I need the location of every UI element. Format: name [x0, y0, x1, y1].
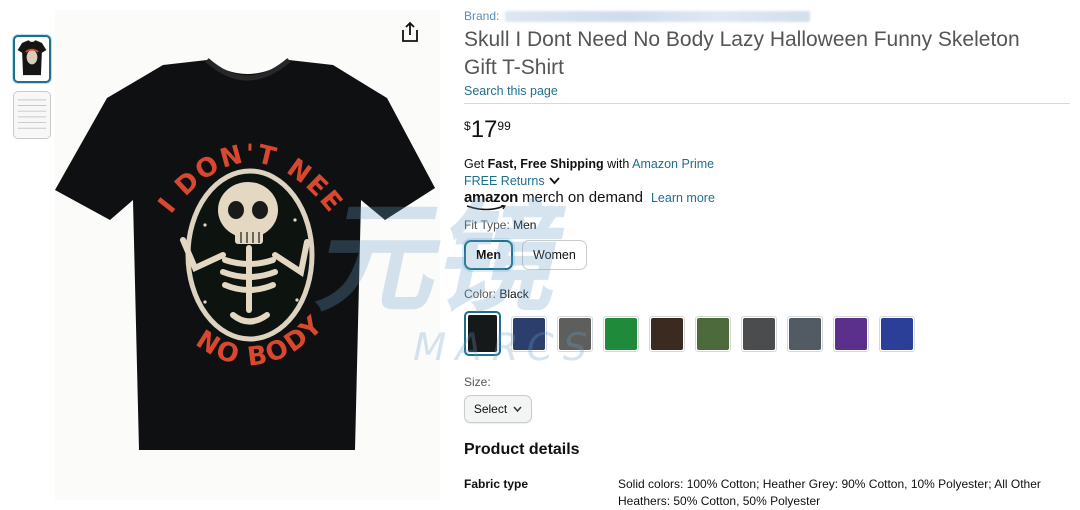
brand-line: Brand:: [464, 8, 1070, 24]
shipping-prefix: Get: [464, 157, 485, 171]
thumbnail-list: [13, 35, 51, 147]
color-selected: Black: [499, 287, 529, 301]
fit-type-selected: Men: [513, 218, 537, 232]
color-swatch[interactable]: [557, 315, 593, 352]
color-swatch[interactable]: [603, 315, 639, 352]
color-swatch[interactable]: [649, 315, 685, 352]
color-swatch[interactable]: [787, 315, 823, 352]
color-caption: Color:: [464, 287, 497, 301]
color-swatch-fill: [835, 317, 867, 350]
product-details-key: Fabric type: [464, 477, 529, 491]
product-details-panel: Brand: Skull I Dont Need No Body Lazy Ha…: [464, 8, 1070, 510]
main-product-image[interactable]: I DON'T NEED NO BODY: [43, 0, 440, 500]
price-whole: 17: [470, 116, 498, 143]
product-details-value: Solid colors: 100% Cotton; Heather Grey:…: [618, 477, 1041, 508]
color-swatches: [464, 311, 1070, 356]
color-swatch-fill: [789, 317, 821, 350]
color-swatch-fill: [743, 317, 775, 350]
amazon-prime-link[interactable]: Amazon Prime: [632, 157, 714, 171]
amazon-smile-icon: [466, 205, 506, 211]
fit-type-label: Fit Type: Men: [464, 218, 1070, 232]
price: $ 17 99: [464, 116, 1070, 146]
learn-more-link[interactable]: Learn more: [651, 191, 715, 205]
price-symbol: $: [464, 119, 471, 133]
color-swatch[interactable]: [695, 315, 731, 352]
product-details-heading: Product details: [464, 441, 580, 458]
color-swatch-fill: [881, 317, 913, 350]
thumbnail-size-chart[interactable]: [13, 91, 51, 139]
color-swatch[interactable]: [741, 315, 777, 352]
size-label: Size:: [464, 375, 491, 389]
shipping-fast-free: Fast, Free Shipping: [487, 157, 604, 171]
color-swatch[interactable]: [879, 315, 915, 352]
thumbnail-shirt[interactable]: [13, 35, 51, 83]
color-swatch-fill: [513, 317, 545, 350]
shipping-with: with: [607, 157, 630, 171]
color-swatch[interactable]: [464, 311, 501, 356]
free-returns-link[interactable]: FREE Returns: [464, 174, 1070, 188]
chevron-down-icon: [548, 177, 560, 185]
color-swatch[interactable]: [833, 315, 869, 352]
fit-type-caption: Fit Type:: [464, 218, 510, 232]
product-title: Skull I Dont Need No Body Lazy Halloween…: [464, 28, 1020, 79]
share-icon[interactable]: [399, 20, 421, 44]
fit-option-women[interactable]: Women: [522, 240, 587, 270]
color-label: Color: Black: [464, 287, 1070, 301]
color-swatch-fill: [468, 315, 497, 352]
fit-type-options: Men Women: [464, 240, 1070, 270]
free-returns-label: FREE Returns: [464, 174, 545, 188]
merch-on-demand-line: amazon merch on demand Learn more: [464, 189, 1070, 211]
brand-link-blurred[interactable]: [505, 10, 811, 22]
price-fraction: 99: [497, 119, 511, 133]
color-swatch-fill: [697, 317, 729, 350]
product-details-row: Fabric type Solid colors: 100% Cotton; H…: [464, 476, 1070, 510]
amazon-logo-text: amazon: [464, 189, 519, 206]
search-this-page-link[interactable]: Search this page: [464, 84, 558, 98]
divider: [464, 103, 1070, 104]
size-select-dropdown[interactable]: Select: [464, 395, 532, 423]
fit-option-men[interactable]: Men: [464, 240, 513, 270]
brand-label: Brand:: [464, 9, 500, 23]
color-swatch-fill: [651, 317, 683, 350]
color-swatch-fill: [559, 317, 591, 350]
amazon-logo: amazon: [464, 189, 519, 211]
chevron-down-icon: [513, 406, 522, 412]
size-select-label: Select: [473, 402, 508, 416]
shipping-info: Get Fast, Free Shipping with Amazon Prim…: [464, 157, 1070, 171]
merch-on-demand-text: merch on demand: [522, 189, 643, 206]
color-swatch-fill: [605, 317, 637, 350]
color-swatch[interactable]: [511, 315, 547, 352]
